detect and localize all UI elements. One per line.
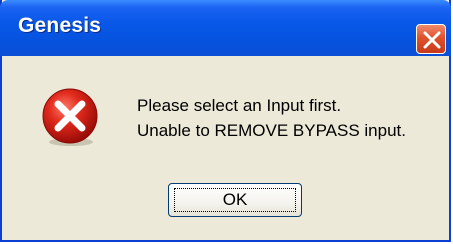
message-line-1: Please select an Input first.	[137, 96, 342, 115]
dialog-title: Genesis	[18, 14, 102, 37]
ok-button-label: OK	[222, 190, 248, 209]
error-dialog: Genesis Please select an Input first. Un…	[0, 0, 451, 242]
ok-button[interactable]: OK	[168, 183, 302, 217]
close-icon	[423, 31, 441, 49]
close-button[interactable]	[416, 24, 446, 54]
title-bar[interactable]: Genesis	[0, 0, 451, 56]
error-icon	[42, 88, 98, 146]
dialog-body: Please select an Input first. Unable to …	[2, 56, 449, 240]
message-text: Please select an Input first. Unable to …	[137, 93, 406, 143]
message-line-2: Unable to REMOVE BYPASS input.	[137, 121, 406, 140]
